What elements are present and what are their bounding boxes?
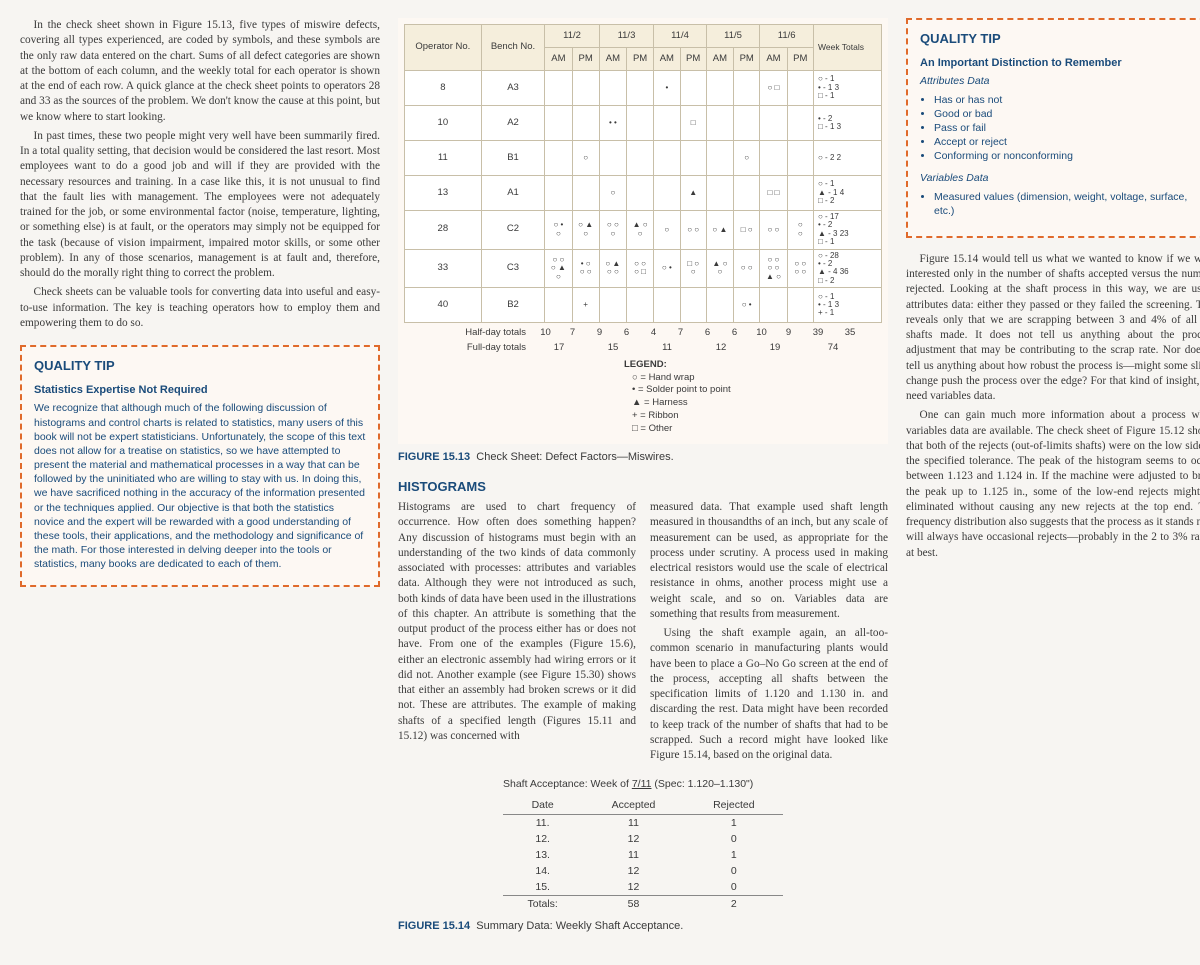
table-row: 14.120 — [503, 863, 783, 879]
para-1: In the check sheet shown in Figure 15.13… — [20, 18, 380, 125]
left-column: In the check sheet shown in Figure 15.13… — [20, 18, 380, 947]
table-row: 12.120 — [503, 831, 783, 847]
table-row: 11B1○○○ - 2 2 — [405, 141, 882, 176]
table-row: 28C2○ • ○○ ▲ ○○ ○ ○▲ ○ ○○○ ○○ ▲ □ ○○ ○○ … — [405, 211, 882, 250]
table-row: 10A2• •□• - 2 □ - 1 3 — [405, 106, 882, 141]
tip1-sub: Statistics Expertise Not Required — [34, 383, 366, 398]
check-sheet: Operator No. Bench No. 11/2 11/3 11/4 11… — [398, 18, 888, 444]
half-day-label: Half-day totals — [404, 327, 532, 340]
right-p2: One can gain much more information about… — [906, 408, 1200, 561]
col-operator: Operator No. — [405, 25, 482, 71]
tip2-title: QUALITY TIP — [920, 30, 1200, 48]
col-bench: Bench No. — [481, 25, 545, 71]
legend: LEGEND: ○ = Hand wrap• = Solder point to… — [624, 359, 882, 436]
figure-15-13-caption: FIGURE 15.13 Check Sheet: Defect Factors… — [398, 450, 888, 465]
tip2-var-head: Variables Data — [920, 171, 1200, 185]
tip2-attr-head: Attributes Data — [920, 74, 1200, 88]
table-row: 11.111 — [503, 814, 783, 831]
quality-tip-statistics: QUALITY TIP Statistics Expertise Not Req… — [20, 345, 380, 587]
shaft-header: Date Accepted Rejected — [503, 797, 783, 814]
col-week-totals: Week Totals — [814, 25, 882, 71]
histo-p3: Using the shaft example again, an all-to… — [650, 626, 888, 763]
right-p1: Figure 15.14 would tell us what we wante… — [906, 252, 1200, 405]
figure-15-14-caption: FIGURE 15.14 Summary Data: Weekly Shaft … — [398, 919, 888, 934]
tip2-var-list: Measured values (dimension, weight, volt… — [934, 190, 1200, 218]
right-column: QUALITY TIP An Important Distinction to … — [906, 18, 1200, 947]
table-row: 8A3•○ □○ - 1 • - 1 3 □ - 1 — [405, 71, 882, 106]
histo-p2: measured data. That example used shaft l… — [650, 500, 888, 622]
para-2: In past times, these two people might ve… — [20, 129, 380, 282]
tip1-body: We recognize that although much of the f… — [34, 401, 366, 571]
header-row-1: Operator No. Bench No. 11/2 11/3 11/4 11… — [405, 25, 882, 48]
full-day-label: Full-day totals — [404, 342, 532, 355]
para-3: Check sheets can be valuable tools for c… — [20, 285, 380, 331]
tip2-attr-list: Has or has notGood or badPass or failAcc… — [934, 93, 1200, 164]
histograms-heading: HISTOGRAMS — [398, 478, 888, 496]
tip1-title: QUALITY TIP — [34, 357, 366, 375]
table-row: 40B2+○ •○ - 1 • - 1 3 + - 1 — [405, 288, 882, 323]
tip2-sub: An Important Distinction to Remember — [920, 56, 1200, 71]
table-row: 13.111 — [503, 847, 783, 863]
table-row: 15.120 — [503, 879, 783, 896]
check-sheet-table: Operator No. Bench No. 11/2 11/3 11/4 11… — [404, 24, 882, 323]
shaft-acceptance-table: Shaft Acceptance: Week of 7/11 (Spec: 1.… — [503, 777, 783, 912]
table-row: 13A1○▲□ □○ - 1 ▲ - 1 4 □ - 2 — [405, 176, 882, 211]
histo-p1: Histograms are used to chart frequency o… — [398, 500, 636, 744]
quality-tip-distinction: QUALITY TIP An Important Distinction to … — [906, 18, 1200, 238]
table-row: 33C3○ ○ ○ ▲ ○• ○ ○ ○○ ▲ ○ ○○ ○ ○ □○ •□ ○… — [405, 249, 882, 288]
shaft-totals: Totals: 58 2 — [503, 896, 783, 913]
middle-column: Operator No. Bench No. 11/2 11/3 11/4 11… — [398, 18, 888, 947]
